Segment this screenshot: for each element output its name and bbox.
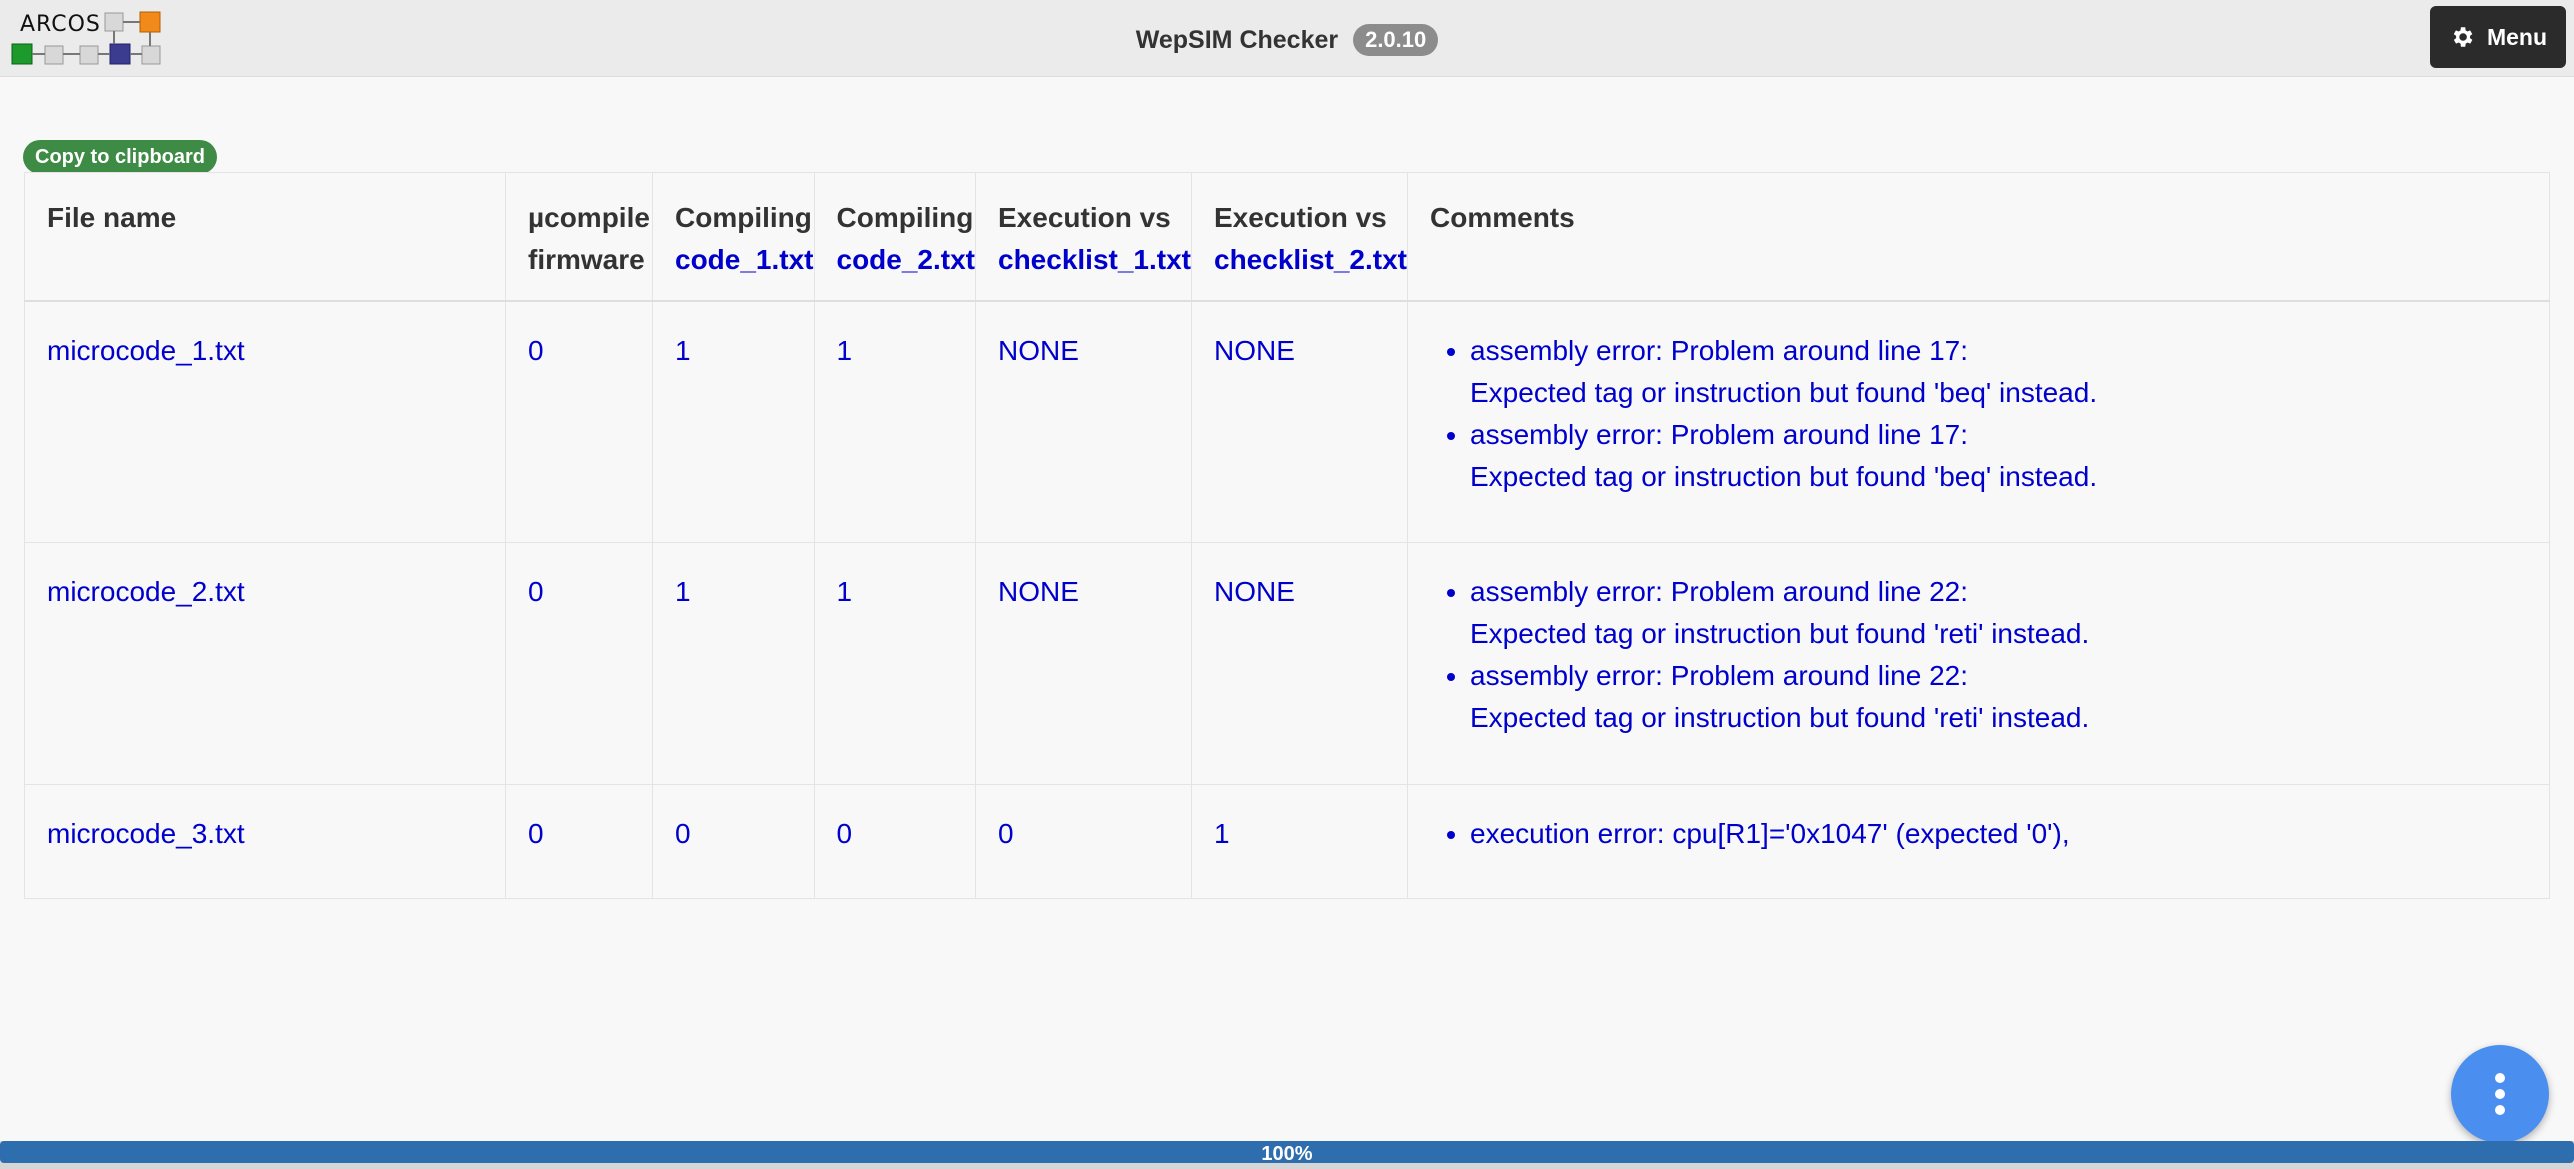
table-row: microcode_1.txt 0 1 1 NONE NONE assembly… [24,300,2550,543]
header-compiling-code1: Compiling code_1.txt [652,172,815,302]
exec1-cell: 0 [975,784,1192,899]
code2-link[interactable]: code_2.txt [837,244,976,275]
comment-item: assembly error: Problem around line 22:E… [1470,571,2549,655]
header-ucompile: µcompile firmware [505,172,653,302]
exec2-cell: NONE [1191,542,1408,785]
exec1-cell: NONE [975,542,1192,785]
compile2-cell: 1 [814,542,976,785]
header-comments: Comments [1407,172,2550,302]
comment-item: assembly error: Problem around line 22:E… [1470,655,2549,739]
gear-icon [2453,27,2473,47]
results-table: File name µcompile firmware Compiling cod… [24,172,2550,899]
file-link[interactable]: microcode_2.txt [47,576,245,607]
ucompile-cell: 0 [505,542,653,785]
top-bar: ARCOS WepSIM Checker 2.0.10 Menu [0,0,2574,77]
header-execution-checklist1: Execution vs checklist_1.txt [975,172,1192,302]
compile2-cell: 1 [814,300,976,543]
comments-cell: assembly error: Problem around line 17:E… [1407,300,2550,543]
table-row: microcode_3.txt 0 0 0 0 1 execution erro… [24,784,2550,899]
ucompile-cell: 0 [505,300,653,543]
code1-link[interactable]: code_1.txt [675,244,814,275]
app-title-text: WepSIM Checker [1135,26,1339,54]
compile1-cell: 1 [652,300,815,543]
exec2-cell: NONE [1191,300,1408,543]
compile2-cell: 0 [814,784,976,899]
file-link[interactable]: microcode_3.txt [47,818,245,849]
app-title: WepSIM Checker 2.0.10 [0,24,2574,56]
exec1-cell: NONE [975,300,1192,543]
table-header-row: File name µcompile firmware Compiling cod… [24,172,2550,302]
header-compiling-code2: Compiling code_2.txt [814,172,976,302]
checklist1-link[interactable]: checklist_1.txt [998,244,1191,275]
comments-list: execution error: cpu[R1]='0x1047' (expec… [1430,813,2549,855]
file-link[interactable]: microcode_1.txt [47,335,245,366]
copy-to-clipboard-button[interactable]: Copy to clipboard [23,140,217,174]
header-file-name: File name [24,172,506,302]
table-row: microcode_2.txt 0 1 1 NONE NONE assembly… [24,542,2550,785]
comments-list: assembly error: Problem around line 22:E… [1430,571,2549,739]
checklist2-link[interactable]: checklist_2.txt [1214,244,1407,275]
compile1-cell: 0 [652,784,815,899]
more-actions-button[interactable] [2451,1045,2549,1143]
comments-cell: assembly error: Problem around line 22:E… [1407,542,2550,785]
header-execution-checklist2: Execution vs checklist_2.txt [1191,172,1408,302]
comments-cell: execution error: cpu[R1]='0x1047' (expec… [1407,784,2550,899]
menu-button[interactable]: Menu [2430,6,2566,68]
more-vertical-icon [2495,1073,2505,1115]
comment-item: execution error: cpu[R1]='0x1047' (expec… [1470,813,2549,855]
progress-label: 100% [1261,1143,1313,1165]
exec2-cell: 1 [1191,784,1408,899]
comment-item: assembly error: Problem around line 17:E… [1470,414,2549,498]
comment-item: assembly error: Problem around line 17:E… [1470,330,2549,414]
comments-list: assembly error: Problem around line 17:E… [1430,330,2549,498]
menu-label: Menu [2486,23,2548,50]
compile1-cell: 1 [652,542,815,785]
progress-bar: 100% [0,1141,2574,1169]
version-badge: 2.0.10 [1353,24,1439,56]
progress-fill: 100% [0,1141,2574,1165]
ucompile-cell: 0 [505,784,653,899]
